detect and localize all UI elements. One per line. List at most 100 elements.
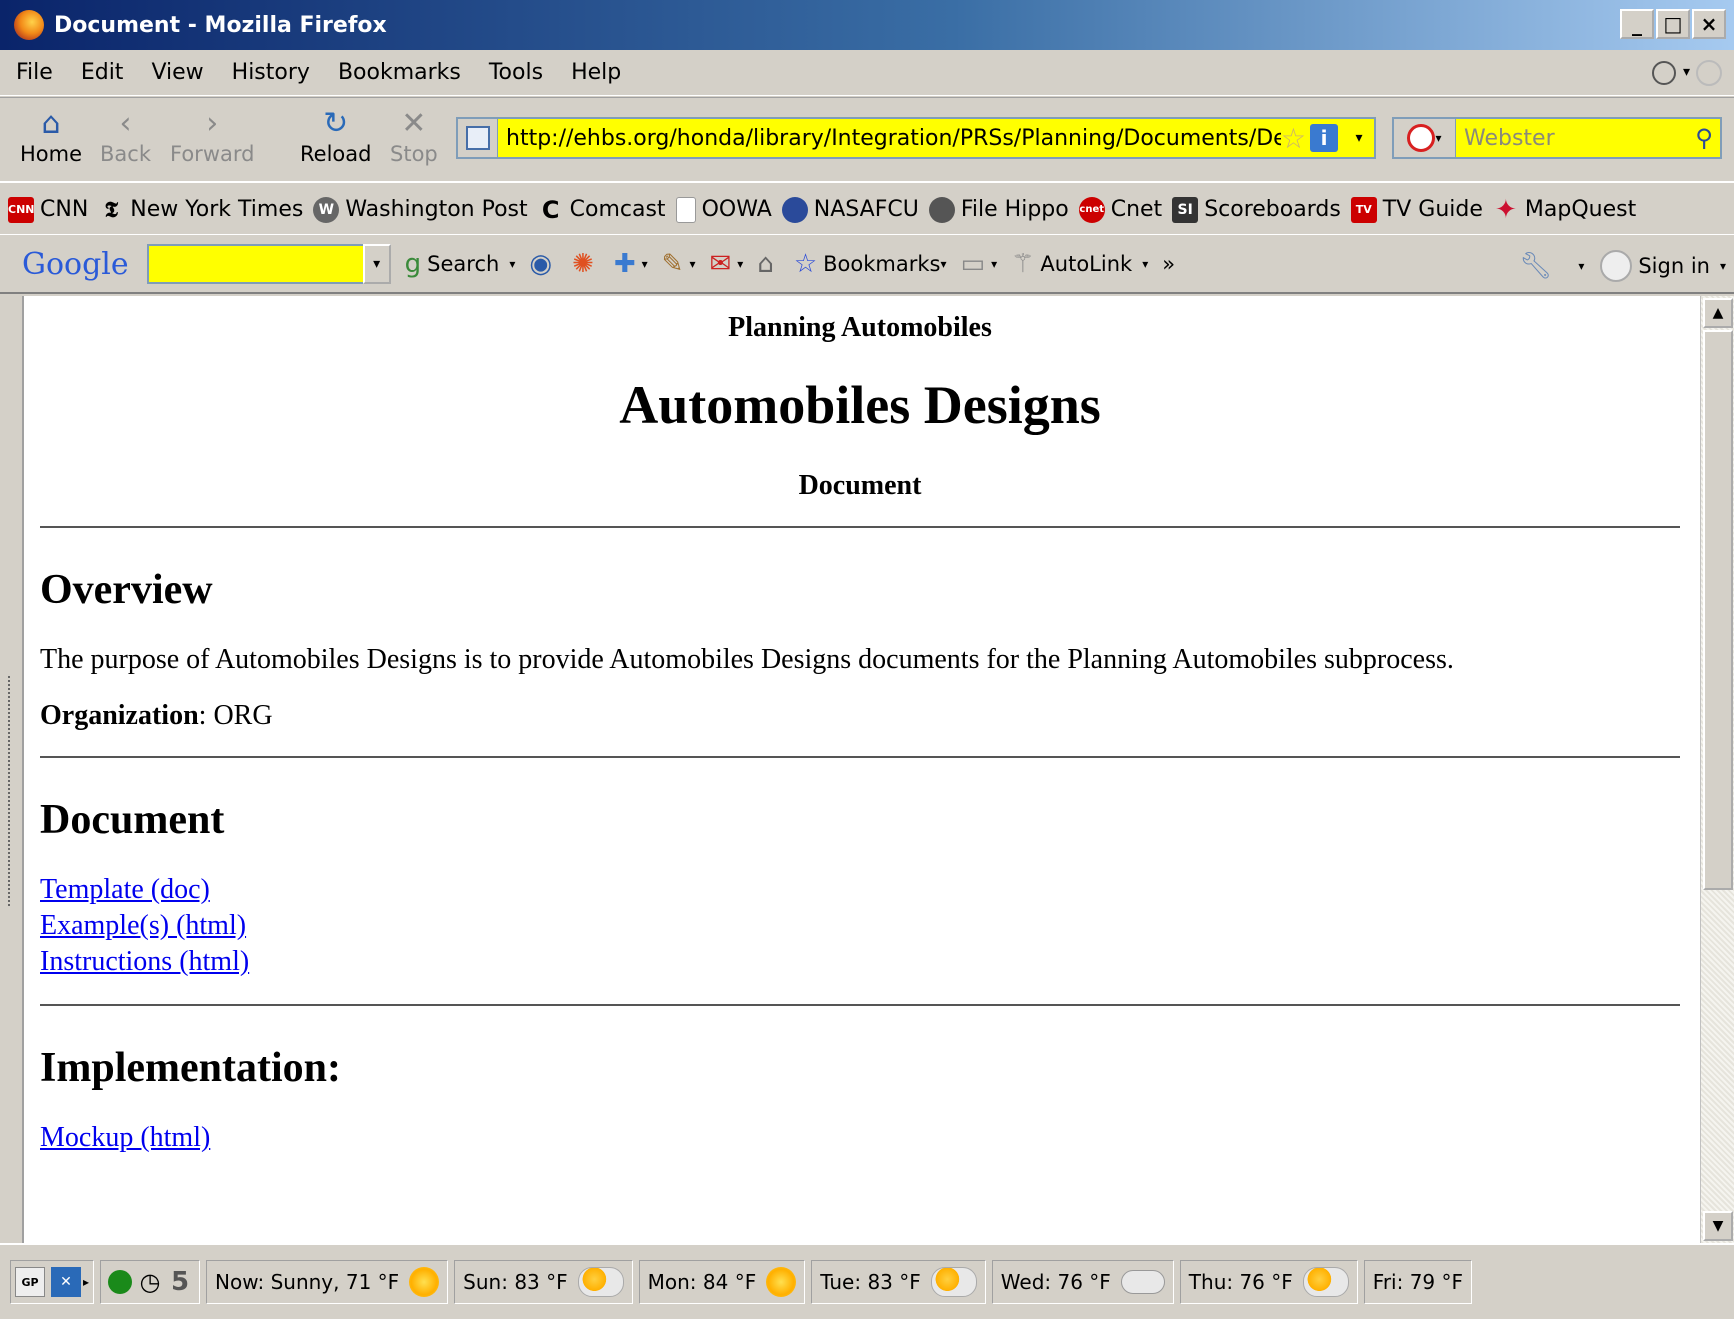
weather-label: Tue: 83 °F	[820, 1270, 921, 1294]
bookmark-comcast[interactable]: C Comcast	[538, 197, 666, 223]
google-earth-button[interactable]: ◉	[529, 249, 558, 279]
template-link[interactable]: Template (doc)	[40, 872, 1680, 908]
menu-edit[interactable]: Edit	[67, 60, 138, 85]
wrench-icon[interactable]: 🔧︎	[1519, 251, 1552, 281]
menu-view[interactable]: View	[137, 60, 217, 85]
google-plus-button[interactable]: ✚ ▾	[614, 249, 648, 279]
chevron-right-icon[interactable]: ▸	[83, 1275, 89, 1289]
document-links: Template (doc) Example(s) (html) Instruc…	[40, 872, 1680, 980]
more-tools-button[interactable]: »	[1162, 252, 1175, 276]
bookmark-new-york-times[interactable]: 𝕿 New York Times	[98, 197, 304, 223]
weather-label: Now: Sunny, 71 °F	[215, 1270, 400, 1294]
google-notebook-button[interactable]: ✎ ▾	[662, 249, 696, 279]
reload-button[interactable]: ↻ Reload	[300, 106, 371, 166]
chevron-down-icon[interactable]: ▾	[1683, 64, 1690, 80]
google-search-input[interactable]	[146, 244, 363, 284]
navigation-toolbar: ⌂ Home ‹ Back › Forward ↻ Reload ✕ Stop …	[0, 97, 1734, 183]
maximize-button[interactable]: □	[1656, 9, 1690, 39]
search-input[interactable]: Webster	[1456, 126, 1688, 151]
clock-icon[interactable]: ◷	[135, 1267, 165, 1297]
google-search-dropdown[interactable]: ▾	[362, 244, 391, 284]
scroll-up-button[interactable]: ▲	[1703, 298, 1733, 328]
bookmark-scoreboards[interactable]: SI Scoreboards	[1172, 196, 1341, 223]
scroll-thumb[interactable]	[1703, 330, 1733, 890]
menu-help[interactable]: Help	[557, 60, 635, 85]
scroll-down-button[interactable]: ▼	[1703, 1211, 1733, 1241]
sidebar-grip[interactable]	[8, 676, 10, 906]
partly-cloudy-icon	[577, 1267, 624, 1297]
google-bookmarks-button[interactable]: ☆ Bookmarks ▾	[794, 249, 947, 279]
bookmark-label: Cnet	[1110, 197, 1163, 222]
close-button[interactable]: ×	[1692, 9, 1726, 39]
sidebar-strip[interactable]	[0, 296, 24, 1243]
weather-sun[interactable]: Sun: 83 °F	[454, 1260, 633, 1304]
stop-label: Stop	[390, 142, 438, 166]
bookmark-washington-post[interactable]: W Washington Post	[313, 196, 528, 223]
site-identity-icon[interactable]	[458, 119, 498, 157]
bookmark-tv-guide[interactable]: TV TV Guide	[1350, 196, 1483, 223]
stop-icon: ✕	[401, 106, 427, 141]
vertical-scrollbar[interactable]: ▲ ▼	[1700, 296, 1734, 1243]
weather-fri[interactable]: Fri: 79 °F	[1363, 1260, 1473, 1304]
bookmark-file-hippo[interactable]: File Hippo	[928, 196, 1069, 223]
search-bar[interactable]: ▾ Webster ⚲	[1392, 117, 1722, 159]
forward-arrow-icon: ›	[206, 106, 219, 141]
mockup-link[interactable]: Mockup (html)	[40, 1120, 1680, 1156]
weather-wed[interactable]: Wed: 76 °F	[991, 1260, 1174, 1304]
globe-menu-icon[interactable]	[1652, 61, 1676, 85]
bookmark-cnn[interactable]: CNN CNN	[8, 196, 88, 223]
signin-button[interactable]: Sign in	[1638, 254, 1710, 278]
page-subtitle: Document	[798, 470, 922, 501]
firefox-logo-icon	[14, 10, 44, 40]
gmail-button[interactable]: ✉ ▾	[709, 249, 743, 279]
weather-tue[interactable]: Tue: 83 °F	[811, 1260, 986, 1304]
bookmark-mapquest[interactable]: ✦ MapQuest	[1493, 197, 1636, 223]
search-icon[interactable]: ⚲	[1688, 124, 1720, 152]
google-g-icon: g	[404, 249, 422, 279]
search-engine-icon[interactable]: ▾	[1394, 119, 1456, 157]
minimize-button[interactable]: _	[1620, 9, 1654, 39]
comcast-icon: C	[541, 195, 560, 224]
weather-thu[interactable]: Thu: 76 °F	[1179, 1260, 1358, 1304]
page-content: Planning Automobiles Automobiles Designs…	[0, 296, 1734, 1243]
bookmark-oowa[interactable]: OOWA	[675, 196, 772, 223]
chevron-down-icon[interactable]: ▾	[1578, 259, 1584, 273]
google-page-button[interactable]: ▭ ▾	[961, 249, 998, 279]
home-button[interactable]: ⌂ Home	[20, 106, 82, 166]
instructions-link[interactable]: Instructions (html)	[40, 944, 1680, 980]
menu-file[interactable]: File	[0, 60, 67, 85]
bookmark-star-icon[interactable]: ☆	[1281, 122, 1306, 155]
google-autolink-button[interactable]: ⚚ AutoLink ▾	[1011, 249, 1148, 279]
menu-history[interactable]: History	[218, 60, 324, 85]
stop-button[interactable]: ✕ Stop	[390, 106, 438, 166]
title-bar: Document - Mozilla Firefox _ □ ×	[0, 0, 1734, 50]
url-text[interactable]: http://ehbs.org/honda/library/Integratio…	[498, 126, 1281, 151]
gmail-icon: ✉	[709, 249, 732, 279]
project-heading: Planning Automobiles	[728, 312, 992, 343]
weather-now[interactable]: Now: Sunny, 71 °F	[206, 1260, 449, 1304]
google-search-button[interactable]: g Search ▾	[405, 249, 516, 279]
back-button[interactable]: ‹ Back	[100, 106, 151, 166]
bookmark-label: Washington Post	[345, 197, 528, 222]
menu-tools[interactable]: Tools	[475, 60, 557, 85]
gp-icon[interactable]: GP	[15, 1267, 45, 1297]
google-bank-button[interactable]: ⌂	[757, 249, 780, 279]
url-dropdown-icon[interactable]: ▾	[1344, 130, 1374, 146]
chevron-down-icon[interactable]: ▾	[1720, 259, 1726, 273]
activity-throbber-icon	[1696, 60, 1722, 86]
weather-mon[interactable]: Mon: 84 °F	[638, 1260, 806, 1304]
google-picasa-button[interactable]: ✺	[572, 249, 600, 279]
bookmark-nasafcu[interactable]: NASAFCU	[781, 196, 919, 223]
address-bar[interactable]: http://ehbs.org/honda/library/Integratio…	[456, 117, 1376, 159]
examples-link[interactable]: Example(s) (html)	[40, 908, 1680, 944]
xmarks-icon[interactable]: ✕	[51, 1267, 81, 1297]
bookmark-cnet[interactable]: cnet Cnet	[1078, 196, 1163, 223]
google-logo[interactable]: Google	[22, 247, 129, 282]
autolink-wand-icon: ⚚	[1011, 249, 1035, 279]
menu-bookmarks[interactable]: Bookmarks	[324, 60, 475, 85]
info-icon[interactable]: i	[1310, 124, 1338, 152]
chevron-down-icon[interactable]: ▾	[509, 257, 515, 271]
forward-button[interactable]: › Forward	[170, 106, 254, 166]
green-status-icon[interactable]	[105, 1267, 135, 1297]
bookmark-label: NASAFCU	[813, 197, 919, 222]
